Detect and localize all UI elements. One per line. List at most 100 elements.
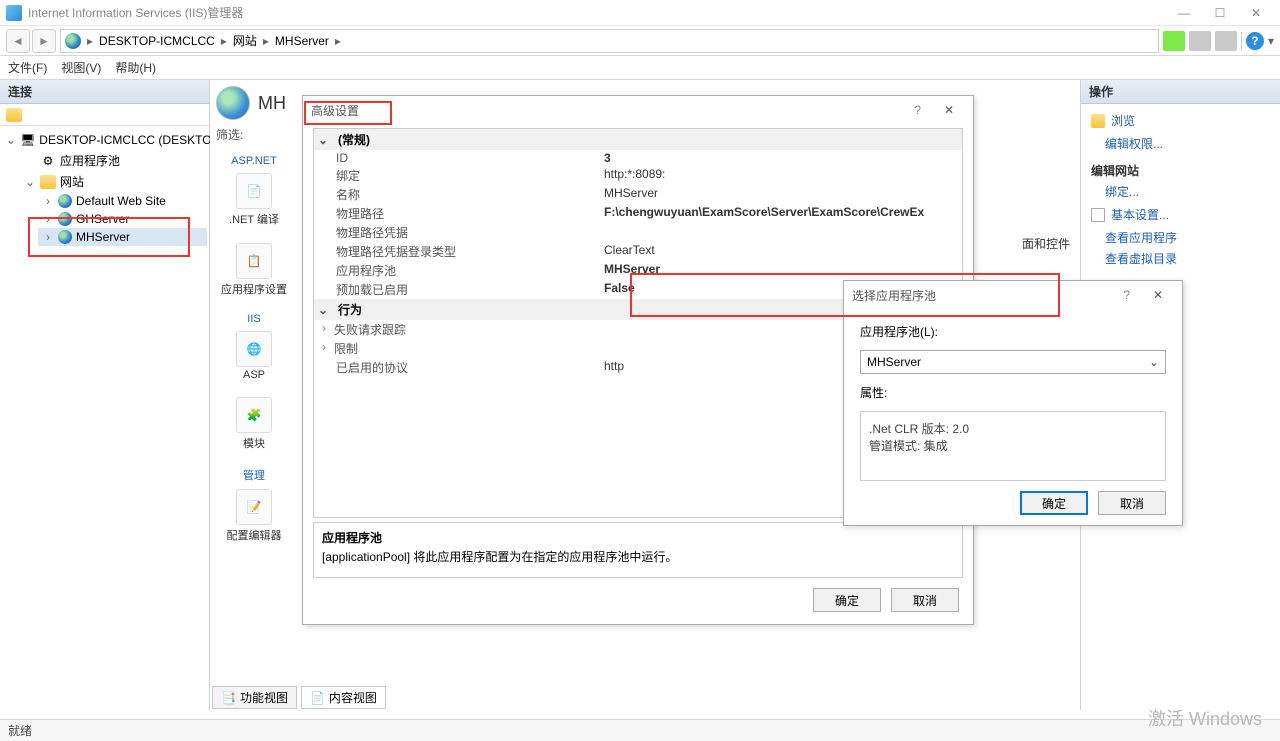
tab-content[interactable]: 📄 内容视图 bbox=[301, 686, 386, 709]
dialog-titlebar[interactable]: 选择应用程序池 ? ✕ bbox=[844, 281, 1182, 309]
feature-label: 模块 bbox=[243, 435, 265, 451]
dialog-close-button[interactable]: ✕ bbox=[933, 100, 965, 120]
dialog-help-button[interactable]: ? bbox=[914, 103, 921, 117]
prop-key: 限制 bbox=[328, 340, 618, 357]
folder-icon[interactable] bbox=[6, 108, 22, 122]
dialog-help-button[interactable]: ? bbox=[1123, 288, 1130, 302]
expand-icon[interactable]: › bbox=[314, 340, 328, 357]
connections-panel: 连接 ⌄ 🖥 DESKTOP-ICMCLCC (DESKTOP-ICMCLCC\… bbox=[0, 80, 210, 710]
prop-value[interactable]: 3 bbox=[604, 151, 962, 165]
prop-key: 预加载已启用 bbox=[314, 281, 604, 298]
ok-button[interactable]: 确定 bbox=[813, 588, 881, 612]
site-large-icon bbox=[216, 86, 250, 120]
close-button[interactable]: ✕ bbox=[1238, 1, 1274, 25]
connections-header: 连接 bbox=[0, 80, 209, 104]
globe-icon bbox=[65, 33, 81, 49]
prop-key: 物理路径凭据登录类型 bbox=[314, 243, 604, 260]
tree-label: Default Web Site bbox=[76, 194, 166, 208]
expand-icon[interactable]: › bbox=[42, 212, 54, 226]
prop-value[interactable]: MHServer bbox=[604, 262, 962, 279]
chevron-right-icon: ▸ bbox=[335, 34, 341, 48]
dialog-title: 高级设置 bbox=[311, 102, 359, 119]
browse-icon bbox=[1091, 114, 1105, 128]
breadcrumb-root[interactable]: DESKTOP-ICMCLCC bbox=[99, 34, 215, 48]
app-icon bbox=[6, 5, 22, 21]
select-apppool-dialog: 选择应用程序池 ? ✕ 应用程序池(L): MHServer ⌄ 属性: .Ne… bbox=[843, 280, 1183, 526]
feature-label: 应用程序设置 bbox=[221, 281, 287, 297]
action-viewvdir[interactable]: 查看虚拟目录 bbox=[1091, 250, 1270, 267]
expand-icon[interactable]: › bbox=[42, 194, 54, 208]
prop-value[interactable]: F:\chengwuyuan\ExamScore\Server\ExamScor… bbox=[604, 205, 962, 222]
cancel-button[interactable]: 取消 bbox=[1098, 491, 1166, 515]
collapse-icon[interactable]: ⌄ bbox=[24, 175, 36, 189]
minimize-button[interactable]: — bbox=[1166, 1, 1202, 25]
breadcrumb-site[interactable]: MHServer bbox=[275, 34, 329, 48]
help-icon[interactable]: ? bbox=[1246, 32, 1264, 50]
prop-clr: .Net CLR 版本: 2.0 bbox=[869, 420, 1157, 437]
prop-value[interactable]: MHServer bbox=[604, 186, 962, 203]
collapse-icon[interactable]: ⌄ bbox=[318, 303, 332, 317]
desc-title: 应用程序池 bbox=[322, 529, 954, 546]
nav-back-button[interactable]: ◄ bbox=[6, 29, 30, 53]
prop-key: 物理路径凭据 bbox=[314, 224, 604, 241]
expand-icon[interactable]: › bbox=[314, 321, 328, 338]
tree-node-apppools[interactable]: ⚙ 应用程序池 bbox=[20, 150, 207, 171]
stop-icon[interactable] bbox=[1189, 31, 1211, 51]
dialog-close-button[interactable]: ✕ bbox=[1142, 285, 1174, 305]
expand-icon[interactable]: › bbox=[42, 230, 54, 244]
chevron-right-icon: ▸ bbox=[263, 34, 269, 48]
maximize-button[interactable]: ☐ bbox=[1202, 1, 1238, 25]
view-tabs: 📑 功能视图 📄 内容视图 bbox=[212, 686, 386, 709]
prop-pipeline: 管道模式: 集成 bbox=[869, 437, 1157, 454]
site-icon bbox=[58, 194, 72, 208]
refresh-icon[interactable] bbox=[1163, 31, 1185, 51]
netcompile-icon[interactable]: 📄 bbox=[236, 173, 272, 209]
prop-key: 失败请求跟踪 bbox=[328, 321, 618, 338]
prop-value[interactable] bbox=[604, 224, 962, 241]
action-viewapps[interactable]: 查看应用程序 bbox=[1091, 229, 1270, 246]
appsettings-icon[interactable]: 📋 bbox=[236, 243, 272, 279]
breadcrumb-sites[interactable]: 网站 bbox=[233, 32, 257, 49]
collapse-icon[interactable]: ⌄ bbox=[318, 133, 332, 147]
window-title: Internet Information Services (IIS)管理器 bbox=[28, 4, 243, 21]
tree-node-server[interactable]: ⌄ 🖥 DESKTOP-ICMCLCC (DESKTOP-ICMCLCC\Adm… bbox=[2, 130, 207, 150]
tree-node-defaultsite[interactable]: › Default Web Site bbox=[38, 192, 207, 210]
nav-forward-button[interactable]: ► bbox=[32, 29, 56, 53]
action-bindings[interactable]: 绑定... bbox=[1091, 183, 1270, 200]
modules-icon[interactable]: 🧩 bbox=[236, 397, 272, 433]
apppool-combobox[interactable]: MHServer ⌄ bbox=[860, 350, 1166, 374]
windows-watermark: 激活 Windows bbox=[1148, 705, 1262, 731]
collapse-icon[interactable]: ⌄ bbox=[6, 133, 16, 147]
apppool-properties: .Net CLR 版本: 2.0 管道模式: 集成 bbox=[860, 411, 1166, 481]
menu-view[interactable]: 视图(V) bbox=[61, 59, 101, 76]
prop-value[interactable]: http:*:8089: bbox=[604, 167, 962, 184]
apppool-label: 应用程序池(L): bbox=[860, 323, 1166, 340]
prop-key: 已启用的协议 bbox=[314, 359, 604, 376]
tree-label: 应用程序池 bbox=[60, 152, 120, 169]
dialog-titlebar[interactable]: 高级设置 ? ✕ bbox=[303, 96, 973, 124]
tree-node-ghserver[interactable]: › GHServer bbox=[38, 210, 207, 228]
feature-label: ASP bbox=[243, 369, 265, 381]
asp-icon[interactable]: 🌐 bbox=[236, 331, 272, 367]
tree-node-sites[interactable]: ⌄ 网站 bbox=[20, 171, 207, 192]
action-editperm[interactable]: 编辑权限... bbox=[1091, 135, 1270, 152]
action-heading-editsite: 编辑网站 bbox=[1091, 162, 1270, 179]
status-bar: 就绪 bbox=[0, 719, 1280, 741]
tree-node-mhserver[interactable]: › MHServer bbox=[38, 228, 207, 246]
filter-label: 筛选: bbox=[216, 126, 243, 143]
action-browse[interactable]: 浏览 bbox=[1091, 110, 1270, 131]
prop-value[interactable]: ClearText bbox=[604, 243, 962, 260]
cfgeditor-icon[interactable]: 📝 bbox=[236, 489, 272, 525]
tree-label: MHServer bbox=[76, 230, 130, 244]
menu-file[interactable]: 文件(F) bbox=[8, 59, 47, 76]
menu-help[interactable]: 帮助(H) bbox=[115, 59, 156, 76]
chevron-down-icon: ⌄ bbox=[1149, 355, 1159, 369]
folder-icon bbox=[40, 175, 56, 189]
tab-features[interactable]: 📑 功能视图 bbox=[212, 686, 297, 709]
breadcrumb[interactable]: ▸ DESKTOP-ICMCLCC ▸ 网站 ▸ MHServer ▸ bbox=[60, 29, 1159, 53]
tool-icon[interactable] bbox=[1215, 31, 1237, 51]
cancel-button[interactable]: 取消 bbox=[891, 588, 959, 612]
tree-label: GHServer bbox=[76, 212, 129, 226]
action-basic[interactable]: 基本设置... bbox=[1091, 204, 1270, 225]
ok-button[interactable]: 确定 bbox=[1020, 491, 1088, 515]
